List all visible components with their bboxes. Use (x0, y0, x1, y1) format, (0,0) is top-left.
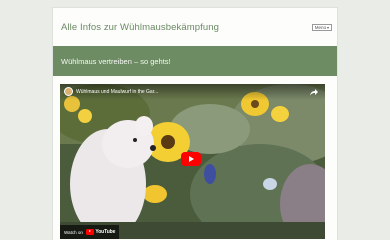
youtube-play-icon (85, 229, 94, 235)
content-card: Alle Infos zur Wühlmausbekämpfung Menü W… (52, 7, 338, 240)
video-title[interactable]: Wühlmaus und Maulwurf in the Gar... (76, 89, 158, 95)
site-header: Alle Infos zur Wühlmausbekämpfung Menü (53, 8, 337, 46)
video-embed[interactable]: Wühlmaus und Maulwurf in the Gar... Watc… (60, 84, 325, 239)
watch-on-label: Watch on (64, 229, 83, 235)
youtube-wordmark: YouTube (95, 229, 116, 235)
channel-avatar[interactable] (64, 87, 73, 96)
menu-label: Menü (314, 25, 326, 30)
chevron-down-icon (327, 26, 329, 29)
play-icon[interactable] (181, 152, 201, 166)
video-top-bar: Wühlmaus und Maulwurf in the Gar... (60, 84, 325, 100)
watch-on-youtube-link[interactable]: Watch on YouTube (60, 225, 120, 239)
share-icon[interactable] (309, 87, 319, 97)
page-heading: Wühlmaus vertreiben – so gehts! (61, 57, 171, 66)
page-heading-banner: Wühlmaus vertreiben – so gehts! (53, 46, 337, 76)
menu-button[interactable]: Menü (311, 24, 332, 31)
youtube-logo: YouTube (85, 229, 116, 235)
site-title[interactable]: Alle Infos zur Wühlmausbekämpfung (61, 22, 219, 33)
